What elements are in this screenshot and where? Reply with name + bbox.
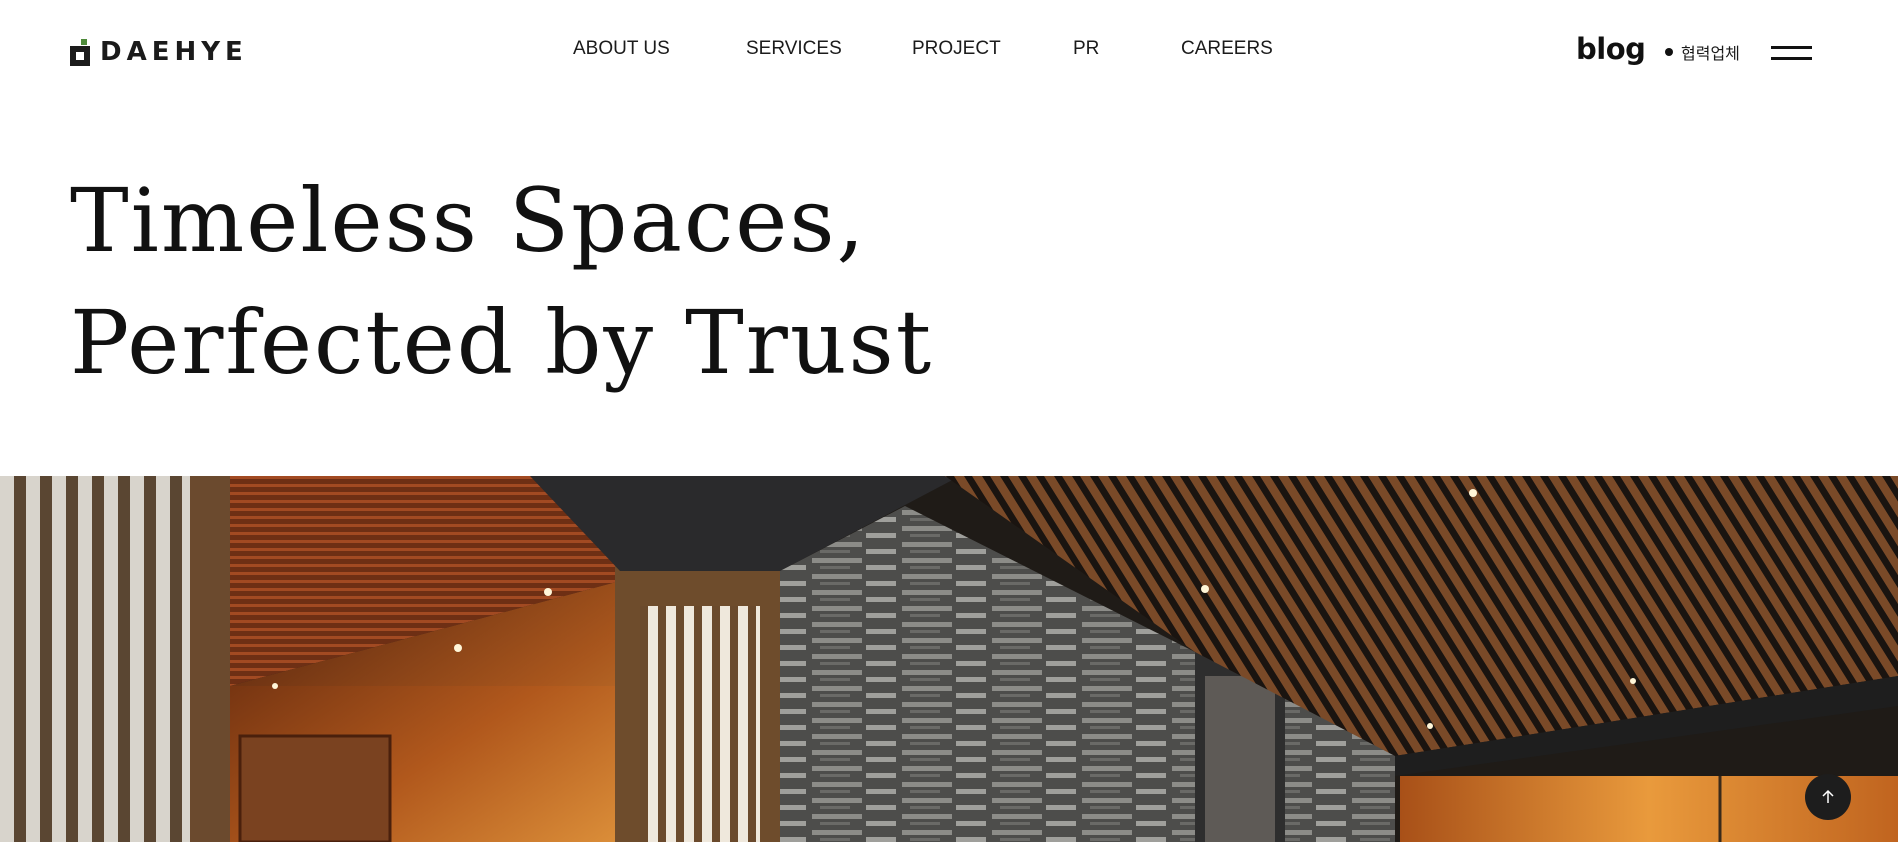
menu-line: [1771, 57, 1812, 60]
hero-title-line-1: Timeless Spaces,: [70, 169, 867, 272]
hero-title-line-2: Perfected by Trust: [70, 291, 934, 394]
arrow-up-icon: [1822, 789, 1834, 803]
nav-item-project[interactable]: PROJECT: [912, 38, 1001, 60]
hero-title: Timeless Spaces, Perfected by Trust: [70, 160, 933, 404]
bullet-dot-icon: [1665, 48, 1673, 56]
scroll-to-top-button[interactable]: [1805, 774, 1851, 820]
site-header: DAEHYE ABOUT US SERVICES PROJECT PR CARE…: [0, 0, 1898, 105]
nav-item-services[interactable]: SERVICES: [746, 38, 842, 60]
hamburger-menu-icon[interactable]: [1771, 44, 1812, 62]
nav-item-about-us[interactable]: ABOUT US: [573, 38, 670, 60]
nav-item-pr[interactable]: PR: [1073, 38, 1099, 60]
menu-line: [1771, 46, 1812, 49]
blog-link[interactable]: blog: [1576, 32, 1646, 66]
nav-item-careers[interactable]: CAREERS: [1181, 38, 1273, 60]
hero-photo: [0, 476, 1898, 842]
interior-photo-illustration: [0, 476, 1898, 842]
partner-label: 협력업체: [1681, 46, 1740, 63]
partner-link[interactable]: 협력업체: [1665, 40, 1740, 64]
